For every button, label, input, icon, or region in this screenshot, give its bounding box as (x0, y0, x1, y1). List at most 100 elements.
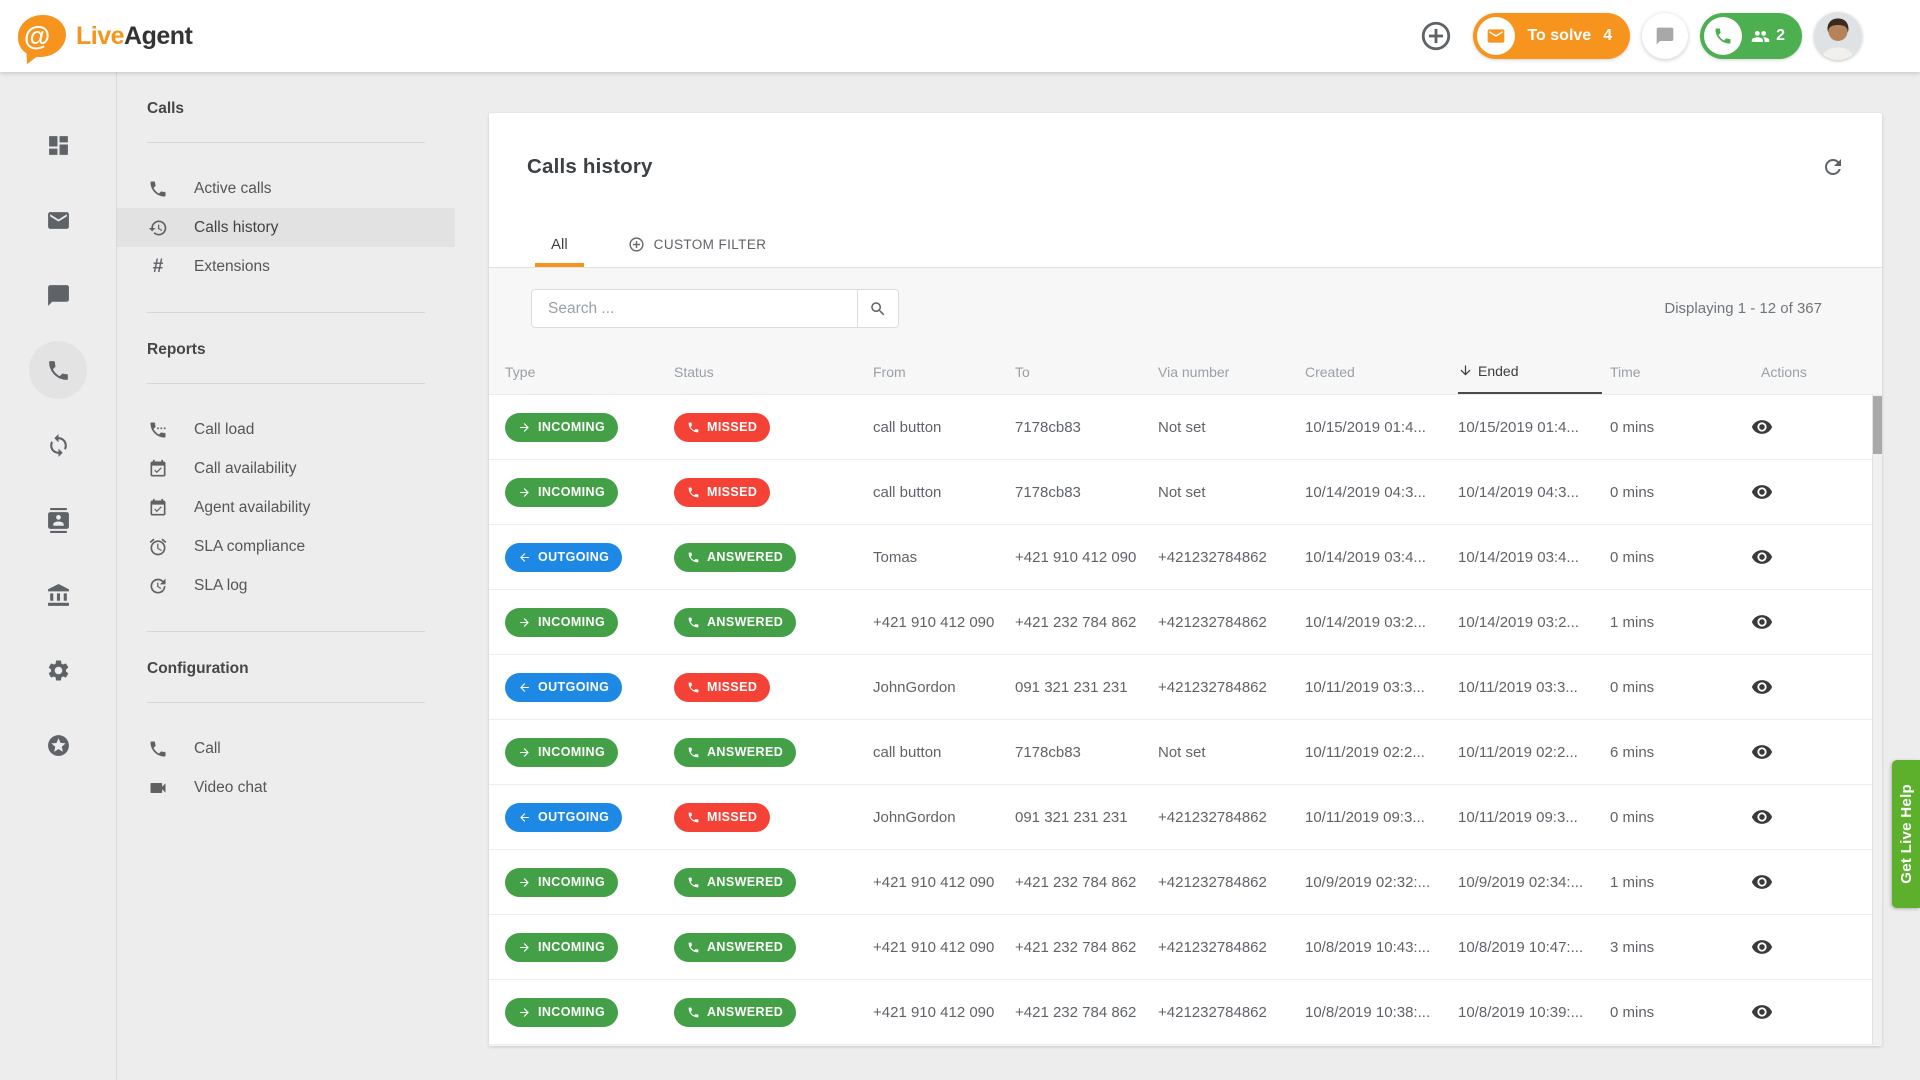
status-badge-missed: MISSED (674, 413, 770, 442)
event-check-icon (147, 498, 169, 518)
rail-item-rewards[interactable] (29, 716, 87, 774)
eye-icon (1751, 1001, 1773, 1023)
nav-item-label: SLA compliance (194, 538, 305, 556)
via-number-cell: +421232784862 (1158, 679, 1305, 696)
rail-item-settings[interactable] (29, 641, 87, 699)
table-row[interactable]: INCOMINGMISSEDcall button7178cb83Not set… (489, 460, 1882, 525)
nav-item-active-calls[interactable]: Active calls (117, 169, 455, 208)
column-header-via-number[interactable]: Via number (1158, 349, 1305, 394)
view-call-button[interactable] (1749, 416, 1773, 438)
rail-item-sync[interactable] (29, 416, 87, 474)
nav-item-sla-log[interactable]: SLA log (117, 566, 455, 605)
phone-icon (687, 616, 700, 629)
column-header-from[interactable]: From (873, 349, 1015, 394)
column-header-actions[interactable]: Actions (1749, 349, 1866, 394)
nav-item-video-chat[interactable]: Video chat (117, 768, 455, 807)
view-call-button[interactable] (1749, 1001, 1773, 1023)
to-solve-button[interactable]: To solve 4 (1473, 13, 1630, 59)
time-cell: 3 mins (1610, 939, 1749, 956)
nav-item-agent-availability[interactable]: Agent availability (117, 488, 455, 527)
table-row[interactable]: INCOMINGANSWERED+421 910 412 090+421 232… (489, 980, 1882, 1045)
view-call-button[interactable] (1749, 546, 1773, 568)
column-header-status[interactable]: Status (674, 349, 873, 394)
refresh-button[interactable] (1821, 155, 1845, 179)
ended-cell: 10/11/2019 02:2... (1458, 744, 1610, 761)
nav-item-calls-history[interactable]: Calls history (117, 208, 455, 247)
view-call-button[interactable] (1749, 806, 1773, 828)
nav-item-call-availability[interactable]: Call availability (117, 449, 455, 488)
column-header-ended[interactable]: Ended (1458, 349, 1602, 394)
table-row[interactable]: INCOMINGANSWERED+421 910 412 090+421 232… (489, 590, 1882, 655)
table-row[interactable]: OUTGOINGMISSEDJohnGordon091 321 231 231+… (489, 655, 1882, 720)
rail-item-tickets[interactable] (29, 191, 87, 249)
status-badge-answered: ANSWERED (674, 738, 796, 767)
column-header-label: To (1015, 364, 1030, 380)
time-cell: 1 mins (1610, 614, 1749, 631)
table-row[interactable]: INCOMINGANSWERED+421 910 412 090+421 232… (489, 850, 1882, 915)
search-input[interactable] (532, 290, 857, 327)
rail-item-chats[interactable] (29, 266, 87, 324)
column-header-to[interactable]: To (1015, 349, 1158, 394)
rail-item-calls[interactable] (29, 341, 87, 399)
tab-custom-filter[interactable]: CUSTOM FILTER (612, 221, 783, 267)
time-cell: 1 mins (1610, 874, 1749, 891)
search-box (531, 289, 899, 328)
ended-cell: 10/8/2019 10:39:... (1458, 1004, 1610, 1021)
view-call-button[interactable] (1749, 611, 1773, 633)
table-row[interactable]: INCOMINGANSWEREDcall button7178cb83Not s… (489, 720, 1882, 785)
people-icon (1751, 27, 1770, 46)
chat-status-button[interactable] (1642, 13, 1688, 59)
calls-status-button[interactable]: 2 (1700, 13, 1802, 59)
nav-item-extensions[interactable]: #Extensions (117, 247, 455, 286)
column-header-time[interactable]: Time (1610, 349, 1749, 394)
type-badge-incoming: INCOMING (505, 608, 618, 637)
status-cell: ANSWERED (674, 543, 873, 572)
actions-cell (1749, 676, 1866, 698)
table-scrollbar[interactable] (1872, 394, 1882, 1044)
status-cell: MISSED (674, 673, 873, 702)
create-new-button[interactable] (1417, 17, 1455, 55)
rail-item-departments[interactable] (29, 566, 87, 624)
column-header-type[interactable]: Type (505, 349, 674, 394)
nav-item-sla-compliance[interactable]: SLA compliance (117, 527, 455, 566)
ended-cell: 10/9/2019 02:34:... (1458, 874, 1610, 891)
nav-item-call[interactable]: Call (117, 729, 455, 768)
divider (147, 383, 425, 384)
type-cell: INCOMING (505, 998, 674, 1027)
nav-item-call-load[interactable]: Call load (117, 410, 455, 449)
phone-icon (687, 746, 700, 759)
to-cell: 7178cb83 (1015, 484, 1158, 501)
divider (147, 142, 425, 143)
status-badge-answered: ANSWERED (674, 868, 796, 897)
from-cell: call button (873, 419, 1015, 436)
eye-icon (1751, 546, 1773, 568)
column-header-created[interactable]: Created (1305, 349, 1458, 394)
actions-cell (1749, 1001, 1866, 1023)
ended-cell: 10/11/2019 09:3... (1458, 809, 1610, 826)
table-row[interactable]: INCOMINGANSWERED+421 910 412 090+421 232… (489, 915, 1882, 980)
view-call-button[interactable] (1749, 741, 1773, 763)
view-call-button[interactable] (1749, 871, 1773, 893)
user-avatar[interactable] (1814, 12, 1862, 60)
view-call-button[interactable] (1749, 676, 1773, 698)
type-cell: INCOMING (505, 868, 674, 897)
created-cell: 10/15/2019 01:4... (1305, 419, 1458, 436)
tab-all[interactable]: All (535, 221, 584, 267)
via-number-cell: +421232784862 (1158, 809, 1305, 826)
table-row[interactable]: INCOMINGMISSEDcall button7178cb83Not set… (489, 395, 1882, 460)
eye-icon (1751, 871, 1773, 893)
rail-item-dashboard[interactable] (29, 116, 87, 174)
table-row[interactable]: OUTGOINGMISSEDJohnGordon091 321 231 231+… (489, 785, 1882, 850)
get-live-help-tab[interactable]: Get Live Help (1892, 760, 1920, 908)
scrollbar-thumb[interactable] (1873, 396, 1882, 454)
from-cell: +421 910 412 090 (873, 874, 1015, 891)
rail-item-contacts[interactable] (29, 491, 87, 549)
search-button[interactable] (857, 290, 898, 327)
status-badge-answered: ANSWERED (674, 998, 796, 1027)
table-row[interactable]: OUTGOINGANSWEREDTomas+421 910 412 090+42… (489, 525, 1882, 590)
actions-cell (1749, 936, 1866, 958)
view-call-button[interactable] (1749, 936, 1773, 958)
via-number-cell: +421232784862 (1158, 614, 1305, 631)
view-call-button[interactable] (1749, 481, 1773, 503)
history-icon (147, 218, 169, 238)
